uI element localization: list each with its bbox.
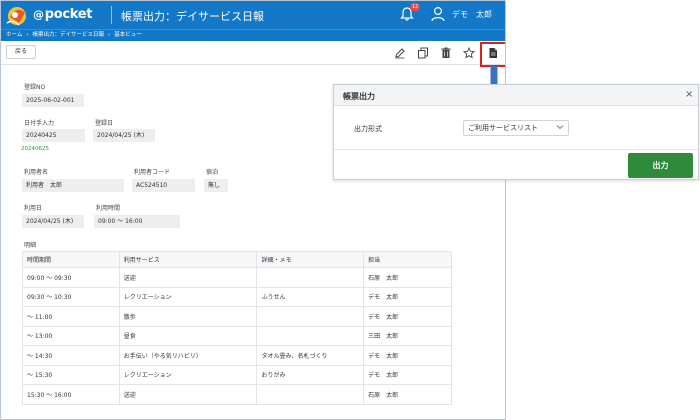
cell-service: 昼食: [118, 325, 258, 346]
output-button[interactable]: 出力: [628, 153, 693, 178]
green-date-note: 20240625: [21, 146, 49, 152]
cell-memo: [256, 384, 365, 405]
use-time-value: 09:00 〜 16:00: [94, 215, 180, 228]
date-input-value: 20240425: [22, 129, 85, 142]
table-row: 15:30 〜 16:00 送迎 石原 太郎: [22, 384, 452, 405]
modal-header: 帳票出力 ×: [334, 85, 698, 106]
cell-time: 〜 14:30: [22, 345, 120, 366]
export-highlight-box: [480, 42, 505, 67]
breadcrumb-report[interactable]: 帳票出力：デイサービス日報: [33, 30, 105, 41]
detail-table: 時間期間 利用サービス 詳細・メモ 担当 09:00 〜 09:30 送迎 石原…: [22, 251, 452, 405]
breadcrumb-view[interactable]: 基本ビュー: [114, 30, 142, 41]
cell-time: 〜 11:00: [22, 306, 120, 327]
cell-time: 〜 15:30: [22, 364, 120, 385]
use-date-value: 2024/04/25 (木): [22, 215, 84, 228]
table-header-row: 時間期間 利用サービス 詳細・メモ 担当: [22, 251, 452, 268]
cell-service: 散歩: [118, 306, 258, 327]
cell-memo: [256, 306, 365, 327]
col-service: 利用サービス: [118, 251, 258, 268]
cell-staff: デモ 太郎: [363, 306, 452, 327]
modal-title: 帳票出力: [343, 92, 375, 101]
back-button[interactable]: 戻る: [6, 45, 36, 59]
star-icon[interactable]: [463, 47, 475, 59]
user-code-value: AC524510: [132, 179, 195, 192]
cell-service: レクリエーション: [118, 364, 258, 385]
cell-time: 15:30 〜 16:00: [22, 384, 120, 405]
close-icon[interactable]: ×: [685, 89, 693, 100]
user-icon[interactable]: [431, 6, 445, 22]
user-name-value: 利用者 太郎: [22, 179, 124, 192]
brand-text: pocket: [44, 7, 93, 22]
col-memo: 詳細・メモ: [256, 251, 365, 268]
user-code-label: 利用者コード: [134, 169, 171, 176]
table-row: 〜 11:00 散歩 デモ 太郎: [22, 306, 452, 327]
format-label: 出力形式: [354, 125, 382, 133]
copy-icon[interactable]: [417, 47, 429, 59]
app-window: @pocket 帳票出力：デイサービス日報 12 デモ 太郎 ホーム › 帳票出力：…: [0, 0, 506, 420]
notification-badge: 12: [410, 3, 421, 11]
breadcrumb: ホーム › 帳票出力：デイサービス日報 › 基本ビュー: [1, 29, 505, 41]
user-name[interactable]: デモ 太郎: [452, 9, 492, 20]
brand-at: @: [33, 8, 44, 21]
cell-memo: [256, 325, 365, 346]
format-select[interactable]: ご利用サービスリスト: [463, 120, 569, 136]
cell-service: 送迎: [118, 384, 258, 405]
cell-staff: 石原 太郎: [363, 384, 452, 405]
cell-service: 送迎: [118, 267, 258, 288]
pocket-logo-icon[interactable]: [5, 3, 29, 27]
page-title: 帳票出力：デイサービス日報: [121, 10, 264, 23]
chevron-down-icon: [556, 125, 564, 130]
cell-staff: 石原 太郎: [363, 267, 452, 288]
trash-icon[interactable]: [440, 47, 452, 59]
header-divider: [111, 6, 112, 24]
col-staff: 担当: [363, 251, 452, 268]
reg-date-value: 2024/04/25 (木): [93, 129, 155, 142]
brand-name: @pocket: [33, 7, 92, 22]
use-time-label: 利用時間: [96, 205, 121, 212]
stay-label: 宿泊: [206, 169, 219, 176]
reg-no-label: 登録NO: [24, 84, 46, 91]
cell-service: お手伝い（やる気リハビリ）: [118, 345, 258, 366]
format-select-value: ご利用サービスリスト: [468, 124, 538, 132]
detail-label: 明細: [24, 242, 37, 249]
toolbar: [1, 41, 505, 65]
table-row: 09:30 〜 10:30 レクリエーション ふうせん デモ 太郎: [22, 286, 452, 307]
cell-staff: デモ 太郎: [363, 364, 452, 385]
reg-no-value: 2025-06-02-001: [22, 94, 84, 107]
cell-staff: 三田 太郎: [363, 325, 452, 346]
stay-value: 無し: [204, 179, 228, 192]
modal-footer-divider: [334, 149, 698, 150]
table-row: 09:00 〜 09:30 送迎 石原 太郎: [22, 267, 452, 288]
cell-service: レクリエーション: [118, 286, 258, 307]
report-output-modal: 帳票出力 × 出力形式 ご利用サービスリスト 出力: [333, 84, 699, 180]
breadcrumb-separator: ›: [108, 32, 111, 38]
breadcrumb-home[interactable]: ホーム: [6, 30, 22, 41]
user-name-label: 利用者名: [24, 169, 49, 176]
table-row: 〜 13:00 昼食 三田 太郎: [22, 325, 452, 346]
cell-memo: おりがみ: [256, 364, 365, 385]
cell-memo: タオル畳み、名札づくり: [256, 345, 365, 366]
cell-time: 09:00 〜 09:30: [22, 267, 120, 288]
app-header: @pocket 帳票出力：デイサービス日報 12 デモ 太郎: [1, 1, 505, 29]
table-row: 〜 14:30 お手伝い（やる気リハビリ） タオル畳み、名札づくり デモ 太郎: [22, 345, 452, 366]
col-time: 時間期間: [22, 251, 120, 268]
date-input-label: 日付手入力: [24, 120, 55, 127]
edit-icon[interactable]: [394, 47, 406, 59]
use-date-label: 利用日: [24, 205, 43, 212]
reg-date-label: 登録日: [95, 120, 114, 127]
cell-memo: [256, 267, 365, 288]
cell-memo: ふうせん: [256, 286, 365, 307]
breadcrumb-separator: ›: [26, 32, 29, 38]
cell-staff: デモ 太郎: [363, 286, 452, 307]
table-row: 〜 15:30 レクリエーション おりがみ デモ 太郎: [22, 364, 452, 385]
cell-staff: デモ 太郎: [363, 345, 452, 366]
cell-time: 09:30 〜 10:30: [22, 286, 120, 307]
cell-time: 〜 13:00: [22, 325, 120, 346]
